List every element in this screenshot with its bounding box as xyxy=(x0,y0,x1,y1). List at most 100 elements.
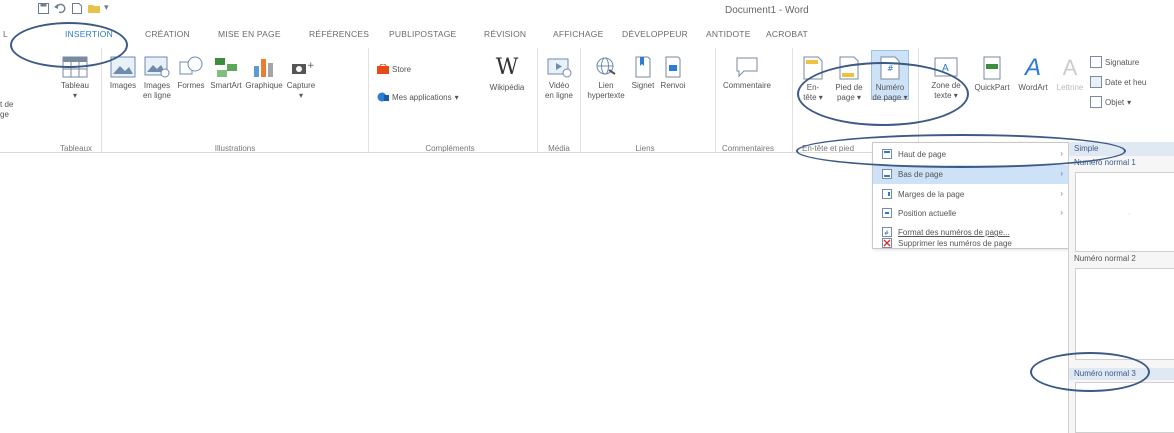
tableau-button[interactable]: Tableau ▾ xyxy=(58,56,92,101)
online-picture-icon xyxy=(144,56,170,78)
tab-affichage[interactable]: AFFICHAGE xyxy=(553,29,603,39)
page-number-mark: · xyxy=(1128,211,1131,218)
ribbon-tabs: L INSERTION CRÉATION MISE EN PAGE RÉFÉRE… xyxy=(0,22,1174,44)
zone-label-2: texte xyxy=(934,91,952,100)
quickpart-label: QuickPart xyxy=(974,83,1010,92)
tab-antidote[interactable]: ANTIDOTE xyxy=(706,29,751,39)
objet-button[interactable]: Objet ▾ xyxy=(1090,96,1131,108)
tab-revision[interactable]: RÉVISION xyxy=(484,29,526,39)
header-icon xyxy=(803,56,823,80)
images-en-ligne-button[interactable]: Images en ligne xyxy=(140,56,174,101)
gallery-header-simple: Simple xyxy=(1069,142,1174,156)
wordart-label: WordArt xyxy=(1018,83,1048,92)
group-separator xyxy=(918,48,919,152)
page-top-icon xyxy=(882,149,892,159)
page-margin-icon xyxy=(882,189,892,199)
save-icon[interactable] xyxy=(38,3,49,17)
tab-fichier[interactable]: L xyxy=(3,29,8,39)
numero-label-1: Numéro xyxy=(875,83,905,92)
images-button[interactable]: Images xyxy=(106,56,140,91)
partial-label-1: t de xyxy=(0,100,14,109)
submenu-arrow-icon: › xyxy=(1060,169,1063,178)
signet-button[interactable]: Signet xyxy=(628,56,658,91)
wikipedia-button[interactable]: W Wikipédia xyxy=(487,56,527,93)
lien-label-1: Lien xyxy=(598,81,614,90)
en-tete-label-1: En- xyxy=(806,83,820,92)
signature-label: Signature xyxy=(1105,57,1140,67)
group-separator xyxy=(792,48,793,152)
pied-label-2: page xyxy=(836,93,855,102)
video-en-ligne-button[interactable]: Vidéo en ligne xyxy=(542,56,576,101)
remove-numbers-icon xyxy=(882,238,892,248)
tab-developpeur[interactable]: DÉVELOPPEUR xyxy=(622,29,688,39)
quickpart-button[interactable]: QuickPart xyxy=(972,56,1012,93)
images-label: Images xyxy=(109,81,137,90)
renvoi-button[interactable]: Renvoi xyxy=(658,56,688,91)
menu-item-bas-de-page[interactable]: Bas de page › xyxy=(873,165,1073,184)
svg-text:#: # xyxy=(887,64,894,73)
menu-item-label: Format des numéros de page... xyxy=(898,228,1010,237)
commentaire-label: Commentaire xyxy=(722,81,771,90)
gallery-item-numero-normal-1[interactable]: · xyxy=(1075,172,1174,252)
tableau-label: Tableau xyxy=(60,81,90,90)
title-bar: ▾ Document1 - Word xyxy=(0,0,1174,22)
shapes-icon xyxy=(179,56,203,75)
capture-button[interactable]: + Capture ▾ xyxy=(284,56,318,101)
video-label-2: en ligne xyxy=(544,91,574,100)
page-bottom-icon xyxy=(882,169,892,179)
date-heure-button[interactable]: Date et heu xyxy=(1090,76,1146,88)
page-number-gallery: Simple Numéro normal 1 · Numéro normal 2… xyxy=(1068,142,1174,433)
drop-cap-icon: A xyxy=(1062,55,1078,80)
wordart-button[interactable]: A WordArt xyxy=(1014,56,1052,93)
text-box-icon: A xyxy=(934,57,958,77)
smartart-label: SmartArt xyxy=(210,81,242,90)
store-icon xyxy=(377,64,389,74)
tab-acrobat[interactable]: ACROBAT xyxy=(766,29,808,39)
menu-item-haut-de-page[interactable]: Haut de page › xyxy=(873,145,1073,164)
online-video-icon xyxy=(547,58,572,78)
tab-mise-en-page[interactable]: MISE EN PAGE xyxy=(218,29,281,39)
zone-de-texte-button[interactable]: A Zone de texte ▾ xyxy=(924,56,968,101)
pied-de-page-button[interactable]: Pied de page ▾ xyxy=(832,56,866,103)
menu-item-supprimer-numeros[interactable]: Supprimer les numéros de page xyxy=(873,238,1073,249)
menu-item-label: Marges de la page xyxy=(898,190,965,199)
window-title: Document1 - Word xyxy=(725,5,809,16)
quickpart-icon xyxy=(983,56,1001,80)
numero-label-2: de page xyxy=(872,93,902,102)
customize-qat-icon[interactable]: ▾ xyxy=(104,2,109,13)
en-tete-button[interactable]: En- tête ▾ xyxy=(798,56,828,103)
tab-insertion[interactable]: INSERTION xyxy=(65,29,113,39)
formes-label: Formes xyxy=(177,81,205,90)
graphique-button[interactable]: Graphique xyxy=(245,56,283,91)
mes-applications-label: Mes applications xyxy=(392,92,452,102)
commentaire-button[interactable]: Commentaire xyxy=(722,56,772,91)
store-button[interactable]: Store xyxy=(377,64,411,74)
gallery-item-numero-normal-3[interactable] xyxy=(1075,382,1174,433)
wordart-icon: A xyxy=(1024,54,1041,81)
submenu-arrow-icon: › xyxy=(1060,189,1063,198)
cross-reference-icon xyxy=(665,56,681,78)
mes-applications-button[interactable]: Mes applications ▾ xyxy=(377,92,459,102)
lien-hypertexte-button[interactable]: Lien hypertexte xyxy=(586,56,626,101)
tab-references[interactable]: RÉFÉRENCES xyxy=(309,29,369,39)
date-heure-label: Date et heu xyxy=(1105,77,1147,87)
menu-item-marges-de-la-page[interactable]: Marges de la page › xyxy=(873,185,1073,204)
signature-button[interactable]: Signature xyxy=(1090,56,1139,68)
menu-item-label: Supprimer les numéros de page xyxy=(898,239,1012,248)
format-numbers-icon: # xyxy=(882,227,892,237)
tab-creation[interactable]: CRÉATION xyxy=(145,29,190,39)
page-garde-button-partial[interactable]: t de ge xyxy=(0,100,14,120)
numero-de-page-button[interactable]: # Numéro de page ▾ xyxy=(871,50,909,102)
footer-icon xyxy=(839,56,859,80)
tab-publipostage[interactable]: PUBLIPOSTAGE xyxy=(389,29,456,39)
new-document-icon[interactable] xyxy=(72,3,82,17)
undo-icon[interactable] xyxy=(54,3,66,17)
lettrine-button[interactable]: A Lettrine xyxy=(1052,56,1088,93)
smartart-button[interactable]: SmartArt xyxy=(207,56,245,91)
formes-button[interactable]: Formes xyxy=(176,56,206,91)
open-folder-icon[interactable] xyxy=(88,3,101,17)
menu-item-position-actuelle[interactable]: Position actuelle › xyxy=(873,204,1073,223)
camera-icon: + xyxy=(292,61,314,74)
gallery-item-label-1: Numéro normal 1 xyxy=(1074,158,1136,167)
gallery-item-numero-normal-2[interactable] xyxy=(1075,268,1174,360)
